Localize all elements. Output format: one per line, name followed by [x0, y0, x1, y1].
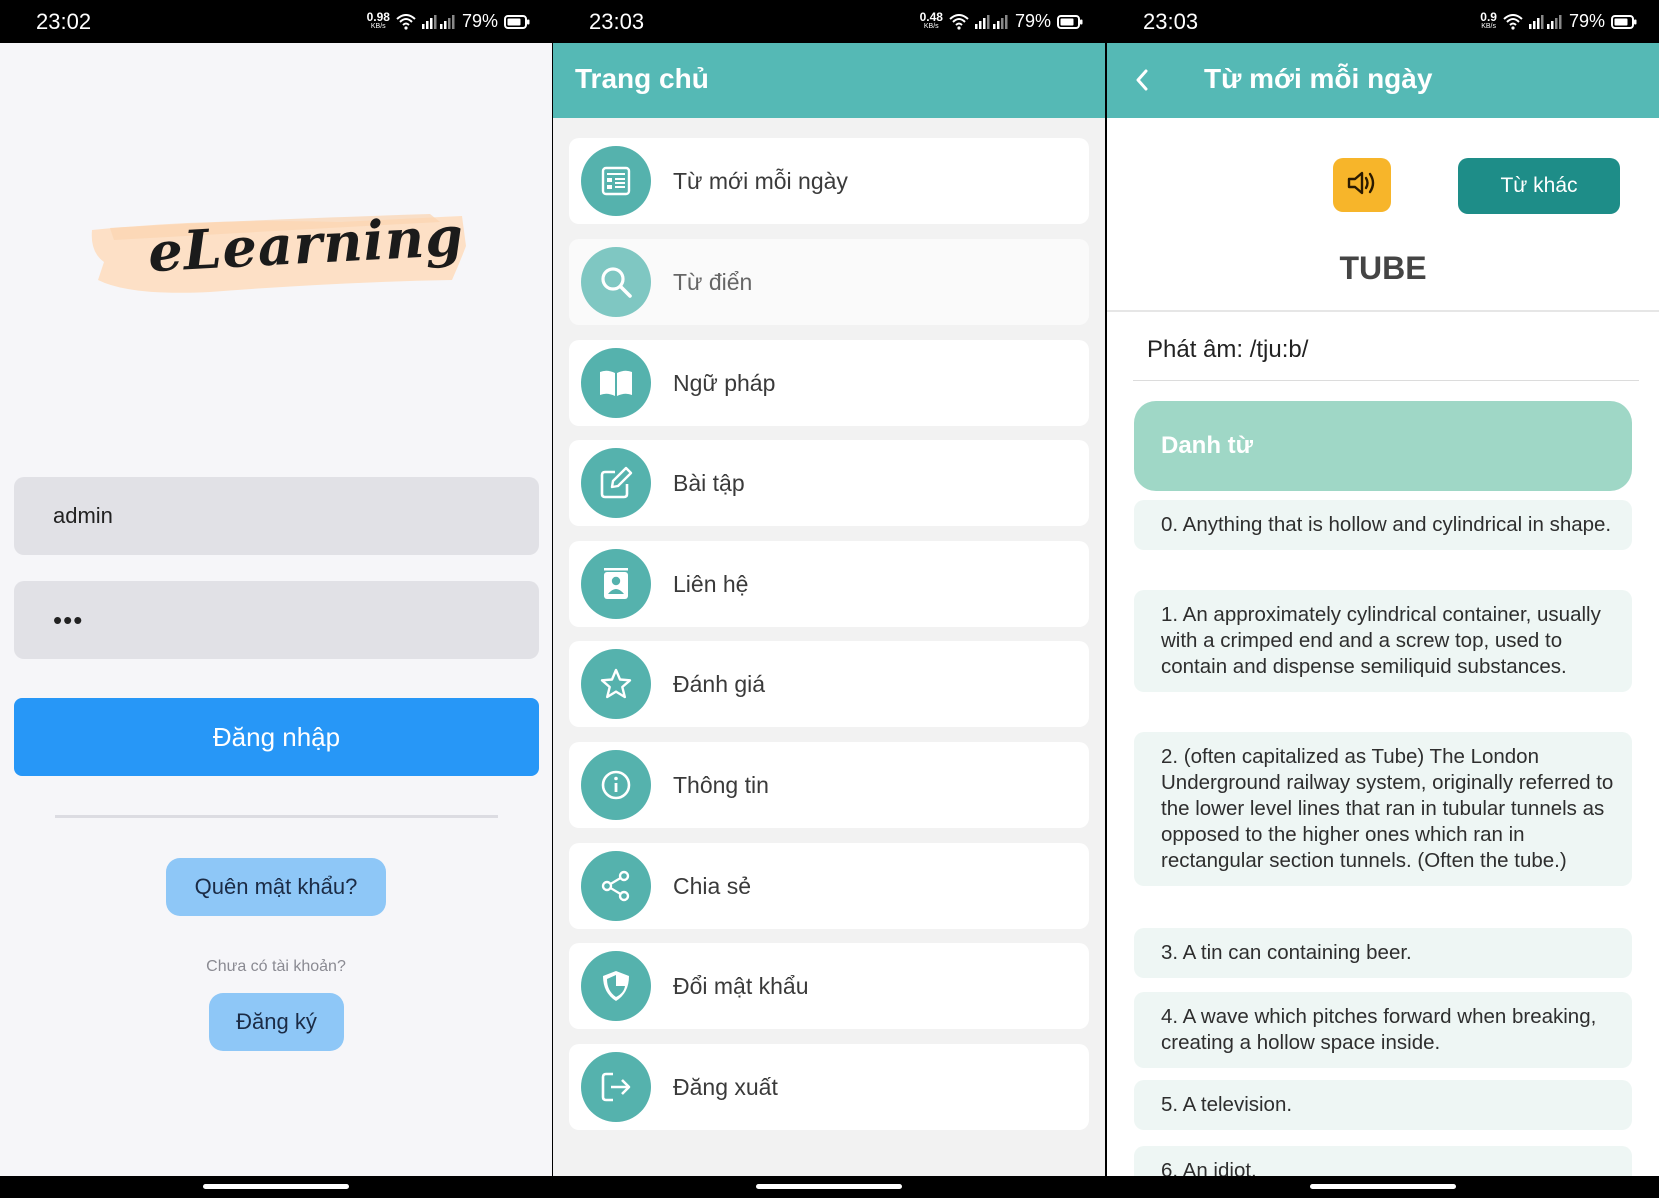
menu-item-daily-word[interactable]: Từ mới mỗi ngày: [569, 138, 1089, 224]
wifi-icon: [396, 13, 416, 30]
network-speed: 0.48 KB/s: [919, 9, 943, 30]
status-time: 23:02: [36, 9, 92, 34]
signal-icon: [421, 14, 456, 29]
app-bar: Từ mới mỗi ngày: [1107, 43, 1659, 118]
star-icon: [581, 649, 651, 719]
status-bar: 23:03 0.9 KB/s 79%: [1107, 0, 1659, 43]
definition-item: 1. An approximately cylindrical containe…: [1134, 590, 1632, 692]
battery-icon: [1057, 14, 1083, 29]
menu-item-label: Ngữ pháp: [673, 369, 776, 396]
elearning-logo: eLearning: [90, 200, 470, 320]
menu-item-dictionary[interactable]: Từ điển: [569, 239, 1089, 325]
status-time: 23:03: [1143, 9, 1199, 34]
divider: [1107, 310, 1659, 312]
menu-item-share[interactable]: Chia sẻ: [569, 843, 1089, 929]
back-arrow-icon[interactable]: [1133, 65, 1151, 100]
battery-percent: 79%: [1568, 11, 1605, 31]
login-screen: 23:02 0.98 KB/s 79% eLearning admin ••• Đ…: [0, 0, 552, 1198]
signal-icon: [974, 14, 1009, 29]
password-value: •••: [53, 604, 84, 635]
menu-item-label: Liên hệ: [673, 570, 749, 597]
battery-percent: 79%: [1014, 11, 1051, 31]
status-bar: 23:03 0.48 KB/s 79%: [553, 0, 1105, 43]
menu-item-label: Thông tin: [673, 771, 769, 798]
register-button[interactable]: Đăng ký: [209, 993, 344, 1051]
network-speed: 0.98 KB/s: [366, 9, 390, 30]
home-screen: 23:03 0.48 KB/s 79% Trang chủ Từ mới mỗi …: [553, 0, 1105, 1198]
no-account-text: Chưa có tài khoản?: [206, 958, 346, 975]
menu-item-label: Từ mới mỗi ngày: [673, 167, 848, 194]
search-icon: [581, 247, 651, 317]
share-icon: [581, 851, 651, 921]
username-value: admin: [53, 503, 113, 528]
gesture-bar: [553, 1176, 1105, 1198]
home-indicator[interactable]: [203, 1184, 349, 1189]
username-field[interactable]: admin: [14, 477, 539, 555]
shield-icon: [581, 951, 651, 1021]
menu-item-label: Chia sẻ: [673, 872, 751, 899]
definition-item: 5. A television.: [1134, 1080, 1632, 1130]
menu-item-label: Từ điển: [673, 268, 753, 295]
login-button[interactable]: Đăng nhập: [14, 698, 539, 776]
signal-icon: [1528, 14, 1563, 29]
daily-word-screen: 23:03 0.9 KB/s 79% Từ mới mỗi ngày Từ khá…: [1107, 0, 1659, 1198]
menu-item-exercises[interactable]: Bài tập: [569, 440, 1089, 526]
battery-icon: [504, 14, 530, 29]
divider: [1133, 380, 1639, 381]
menu-item-info[interactable]: Thông tin: [569, 742, 1089, 828]
info-icon: [581, 750, 651, 820]
home-indicator[interactable]: [756, 1184, 902, 1189]
contact-icon: [581, 549, 651, 619]
other-word-button[interactable]: Từ khác: [1458, 158, 1620, 214]
vocabulary-word: TUBE: [1339, 250, 1427, 286]
gesture-bar: [0, 1176, 552, 1198]
status-time: 23:03: [589, 9, 645, 34]
page-title: Từ mới mỗi ngày: [1204, 63, 1433, 94]
divider: [55, 815, 498, 818]
menu-item-label: Đổi mật khẩu: [673, 972, 809, 999]
app-bar: Trang chủ: [553, 43, 1105, 118]
definition-item: 4. A wave which pitches forward when bre…: [1134, 992, 1632, 1068]
menu-item-label: Đăng xuất: [673, 1073, 778, 1100]
gesture-bar: [1107, 1176, 1659, 1198]
speaker-icon: [1346, 169, 1378, 202]
newspaper-icon: [581, 146, 651, 216]
speaker-button[interactable]: [1333, 158, 1391, 212]
status-bar: 23:02 0.98 KB/s 79%: [0, 0, 552, 43]
definition-item: 3. A tin can containing beer.: [1134, 928, 1632, 978]
menu-item-rating[interactable]: Đánh giá: [569, 641, 1089, 727]
part-of-speech-header: Danh từ: [1134, 401, 1632, 491]
menu-item-contact[interactable]: Liên hệ: [569, 541, 1089, 627]
definition-item: 2. (often capitalized as Tube) The Londo…: [1134, 732, 1632, 886]
definition-item: 0. Anything that is hollow and cylindric…: [1134, 500, 1632, 550]
wifi-icon: [949, 13, 969, 30]
menu-item-label: Đánh giá: [673, 670, 766, 697]
menu-item-change-password[interactable]: Đổi mật khẩu: [569, 943, 1089, 1029]
edit-icon: [581, 448, 651, 518]
forgot-password-button[interactable]: Quên mật khẩu?: [166, 858, 386, 916]
battery-percent: 79%: [461, 11, 498, 31]
page-title: Trang chủ: [575, 63, 709, 94]
book-icon: [581, 348, 651, 418]
battery-icon: [1611, 14, 1637, 29]
pronunciation: Phát âm: /tju:b/: [1147, 336, 1309, 363]
menu-item-grammar[interactable]: Ngữ pháp: [569, 340, 1089, 426]
logout-icon: [581, 1052, 651, 1122]
menu-item-logout[interactable]: Đăng xuất: [569, 1044, 1089, 1130]
wifi-icon: [1503, 13, 1523, 30]
home-indicator[interactable]: [1310, 1184, 1456, 1189]
network-speed: 0.9 KB/s: [1480, 9, 1497, 30]
menu-item-label: Bài tập: [673, 469, 745, 496]
password-field[interactable]: •••: [14, 581, 539, 659]
